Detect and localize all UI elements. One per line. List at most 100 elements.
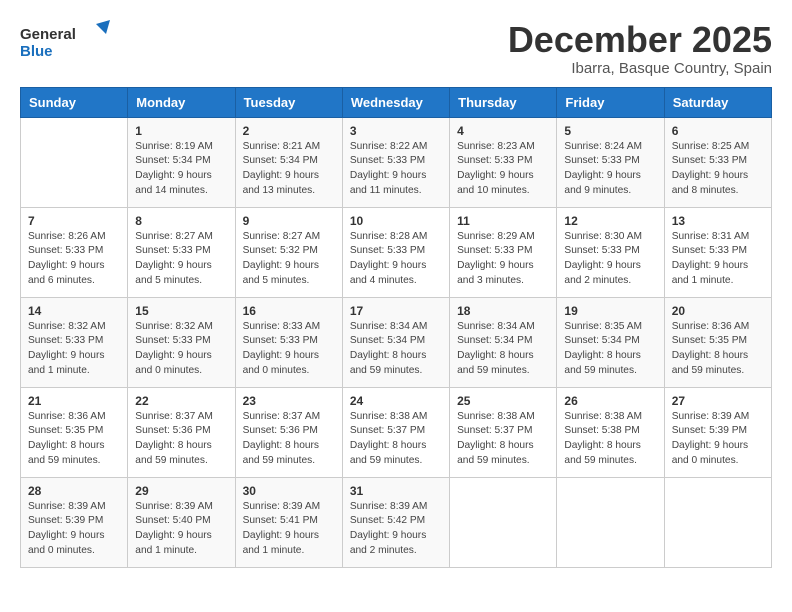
day-number: 23: [243, 394, 335, 408]
calendar-row-2: 14 Sunrise: 8:32 AMSunset: 5:33 PMDayligh…: [21, 297, 772, 387]
cell-content: Sunrise: 8:39 AMSunset: 5:42 PMDaylight:…: [350, 500, 442, 559]
day-number: 12: [564, 214, 656, 228]
calendar-cell: 3Sunrise: 8:22 AMSunset: 5:33 PMDaylight…: [342, 117, 449, 207]
cell-content: Sunrise: 8:36 AMSunset: 5:35 PMDaylight:…: [28, 410, 120, 469]
col-header-thursday: Thursday: [450, 87, 557, 117]
day-number: 21: [28, 394, 120, 408]
cell-content: Sunrise: 8:27 AMSunset: 5:33 PMDaylight:…: [135, 230, 227, 289]
calendar-row-4: 28 Sunrise: 8:39 AMSunset: 5:39 PMDayligh…: [21, 477, 772, 567]
title-block: December 2025 Ibarra, Basque Country, Sp…: [508, 20, 772, 77]
calendar-cell: 16 Sunrise: 8:33 AMSunset: 5:33 PMDayligh…: [235, 297, 342, 387]
day-number: 30: [243, 484, 335, 498]
day-number: 26: [564, 394, 656, 408]
calendar-cell: 18 Sunrise: 8:34 AMSunset: 5:34 PMDayligh…: [450, 297, 557, 387]
calendar-row-0: 1 Sunrise: 8:19 AMSunset: 5:34 PMDaylight…: [21, 117, 772, 207]
day-number: 5: [564, 124, 656, 138]
day-number: 8: [135, 214, 227, 228]
cell-content: Sunrise: 8:34 AMSunset: 5:34 PMDaylight:…: [350, 320, 442, 379]
calendar-cell: 5 Sunrise: 8:24 AMSunset: 5:33 PMDaylight…: [557, 117, 664, 207]
day-number: 24: [350, 394, 442, 408]
cell-content: Sunrise: 8:28 AMSunset: 5:33 PMDaylight:…: [350, 230, 442, 289]
calendar-cell: [557, 477, 664, 567]
day-number: 31: [350, 484, 442, 498]
day-number: 4: [457, 124, 549, 138]
calendar-cell: 15 Sunrise: 8:32 AMSunset: 5:33 PMDayligh…: [128, 297, 235, 387]
day-number: 9: [243, 214, 335, 228]
cell-content: Sunrise: 8:24 AMSunset: 5:33 PMDaylight:…: [564, 140, 656, 199]
day-number: 22: [135, 394, 227, 408]
svg-text:General: General: [20, 26, 76, 43]
logo-svg: General Blue: [20, 20, 110, 64]
cell-content: Sunrise: 8:37 AMSunset: 5:36 PMDaylight:…: [243, 410, 335, 469]
calendar-cell: 12 Sunrise: 8:30 AMSunset: 5:33 PMDayligh…: [557, 207, 664, 297]
calendar-cell: 30 Sunrise: 8:39 AMSunset: 5:41 PMDayligh…: [235, 477, 342, 567]
col-header-tuesday: Tuesday: [235, 87, 342, 117]
calendar-cell: 19 Sunrise: 8:35 AMSunset: 5:34 PMDayligh…: [557, 297, 664, 387]
cell-content: Sunrise: 8:25 AMSunset: 5:33 PMDaylight:…: [672, 140, 764, 199]
cell-content: Sunrise: 8:19 AMSunset: 5:34 PMDaylight:…: [135, 140, 227, 199]
calendar-cell: [21, 117, 128, 207]
day-number: 25: [457, 394, 549, 408]
cell-content: Sunrise: 8:32 AMSunset: 5:33 PMDaylight:…: [135, 320, 227, 379]
cell-content: Sunrise: 8:38 AMSunset: 5:38 PMDaylight:…: [564, 410, 656, 469]
day-number: 13: [672, 214, 764, 228]
cell-content: Sunrise: 8:39 AMSunset: 5:41 PMDaylight:…: [243, 500, 335, 559]
calendar-cell: 1 Sunrise: 8:19 AMSunset: 5:34 PMDaylight…: [128, 117, 235, 207]
calendar-cell: 25 Sunrise: 8:38 AMSunset: 5:37 PMDayligh…: [450, 387, 557, 477]
day-number: 2: [243, 124, 335, 138]
cell-content: Sunrise: 8:23 AMSunset: 5:33 PMDaylight:…: [457, 140, 549, 199]
col-header-wednesday: Wednesday: [342, 87, 449, 117]
cell-content: Sunrise: 8:39 AMSunset: 5:39 PMDaylight:…: [28, 500, 120, 559]
cell-content: Sunrise: 8:26 AMSunset: 5:33 PMDaylight:…: [28, 230, 120, 289]
calendar-row-3: 21 Sunrise: 8:36 AMSunset: 5:35 PMDayligh…: [21, 387, 772, 477]
calendar-cell: 27 Sunrise: 8:39 AMSunset: 5:39 PMDayligh…: [664, 387, 771, 477]
calendar-cell: 8 Sunrise: 8:27 AMSunset: 5:33 PMDaylight…: [128, 207, 235, 297]
col-header-monday: Monday: [128, 87, 235, 117]
day-number: 1: [135, 124, 227, 138]
calendar-cell: [664, 477, 771, 567]
calendar-cell: 29Sunrise: 8:39 AMSunset: 5:40 PMDayligh…: [128, 477, 235, 567]
day-number: 28: [28, 484, 120, 498]
calendar-cell: 24Sunrise: 8:38 AMSunset: 5:37 PMDayligh…: [342, 387, 449, 477]
col-header-saturday: Saturday: [664, 87, 771, 117]
day-number: 10: [350, 214, 442, 228]
cell-content: Sunrise: 8:27 AMSunset: 5:32 PMDaylight:…: [243, 230, 335, 289]
day-number: 14: [28, 304, 120, 318]
cell-content: Sunrise: 8:39 AMSunset: 5:40 PMDaylight:…: [135, 500, 227, 559]
col-header-friday: Friday: [557, 87, 664, 117]
calendar-cell: 31 Sunrise: 8:39 AMSunset: 5:42 PMDayligh…: [342, 477, 449, 567]
cell-content: Sunrise: 8:33 AMSunset: 5:33 PMDaylight:…: [243, 320, 335, 379]
cell-content: Sunrise: 8:36 AMSunset: 5:35 PMDaylight:…: [672, 320, 764, 379]
calendar-cell: 23 Sunrise: 8:37 AMSunset: 5:36 PMDayligh…: [235, 387, 342, 477]
calendar-cell: 9 Sunrise: 8:27 AMSunset: 5:32 PMDaylight…: [235, 207, 342, 297]
calendar-cell: 21 Sunrise: 8:36 AMSunset: 5:35 PMDayligh…: [21, 387, 128, 477]
cell-content: Sunrise: 8:30 AMSunset: 5:33 PMDaylight:…: [564, 230, 656, 289]
calendar-cell: 28 Sunrise: 8:39 AMSunset: 5:39 PMDayligh…: [21, 477, 128, 567]
cell-content: Sunrise: 8:39 AMSunset: 5:39 PMDaylight:…: [672, 410, 764, 469]
day-number: 6: [672, 124, 764, 138]
cell-content: Sunrise: 8:35 AMSunset: 5:34 PMDaylight:…: [564, 320, 656, 379]
calendar-cell: 13Sunrise: 8:31 AMSunset: 5:33 PMDayligh…: [664, 207, 771, 297]
day-number: 19: [564, 304, 656, 318]
svg-text:Blue: Blue: [20, 43, 53, 60]
day-number: 16: [243, 304, 335, 318]
calendar-cell: 17Sunrise: 8:34 AMSunset: 5:34 PMDayligh…: [342, 297, 449, 387]
calendar-cell: 11 Sunrise: 8:29 AMSunset: 5:33 PMDayligh…: [450, 207, 557, 297]
col-header-sunday: Sunday: [21, 87, 128, 117]
calendar-cell: 22 Sunrise: 8:37 AMSunset: 5:36 PMDayligh…: [128, 387, 235, 477]
day-number: 18: [457, 304, 549, 318]
cell-content: Sunrise: 8:37 AMSunset: 5:36 PMDaylight:…: [135, 410, 227, 469]
calendar-cell: 20Sunrise: 8:36 AMSunset: 5:35 PMDayligh…: [664, 297, 771, 387]
logo: General Blue: [20, 20, 110, 64]
day-number: 27: [672, 394, 764, 408]
day-number: 15: [135, 304, 227, 318]
cell-content: Sunrise: 8:38 AMSunset: 5:37 PMDaylight:…: [457, 410, 549, 469]
day-number: 3: [350, 124, 442, 138]
location: Ibarra, Basque Country, Spain: [508, 60, 772, 77]
cell-content: Sunrise: 8:34 AMSunset: 5:34 PMDaylight:…: [457, 320, 549, 379]
page-header: General Blue December 2025 Ibarra, Basqu…: [20, 20, 772, 77]
calendar-cell: [450, 477, 557, 567]
cell-content: Sunrise: 8:29 AMSunset: 5:33 PMDaylight:…: [457, 230, 549, 289]
day-number: 11: [457, 214, 549, 228]
cell-content: Sunrise: 8:21 AMSunset: 5:34 PMDaylight:…: [243, 140, 335, 199]
